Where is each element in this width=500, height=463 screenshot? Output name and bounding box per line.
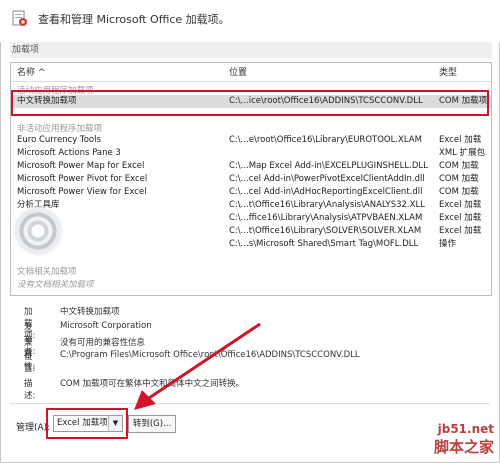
table-row[interactable]: C:\...ffice16\Library\Analysis\ATPVBAEN.… (11, 212, 491, 225)
table-row[interactable]: Microsoft Power Map for Excel C:\...Map … (11, 160, 491, 173)
table-row[interactable]: Euro Currency Tools C:\...e\root\Office1… (11, 134, 491, 147)
page-title: 查看和管理 Microsoft Office 加载项。 (38, 13, 230, 26)
addins-gear-icon (12, 10, 27, 26)
column-header-location[interactable]: 位置 (229, 65, 247, 81)
header-divider (11, 81, 491, 82)
watermark: jb51.net 脚本之家 (433, 422, 494, 456)
dialog-header: 查看和管理 Microsoft Office 加载项。 (0, 0, 500, 42)
table-row[interactable]: 分析工具库 C:\...t\Office16\Library\Analysis\… (11, 199, 491, 212)
highlight-box-selected-row (11, 90, 489, 116)
highlight-box-manage-select (46, 408, 128, 439)
section-label: 加载项 (10, 42, 492, 58)
column-header-type[interactable]: 类型 (439, 65, 457, 81)
table-row[interactable]: Microsoft Power Pivot for Excel C:\...ce… (11, 173, 491, 186)
column-header-name[interactable]: 名称 ^ (17, 65, 45, 81)
table-row[interactable]: C:\...t\Office16\Library\SOLVER\SOLVER.X… (11, 225, 491, 238)
red-arrow-annotation (134, 322, 261, 410)
group-document-label: 文档相关加载项 (17, 267, 77, 277)
group-inactive-label: 非活动应用程序加载项 (17, 124, 103, 134)
no-document-addins-text: 没有文档相关加载项 (17, 280, 94, 290)
table-row[interactable]: Microsoft Actions Pane 3 XML 扩展包 (11, 147, 491, 160)
swirl-graphic (12, 205, 64, 257)
table-row[interactable]: Microsoft Power View for Excel C:\...cel… (11, 186, 491, 199)
table-row[interactable]: C:\...s\Microsoft Shared\Smart Tag\MOFL.… (11, 238, 491, 251)
